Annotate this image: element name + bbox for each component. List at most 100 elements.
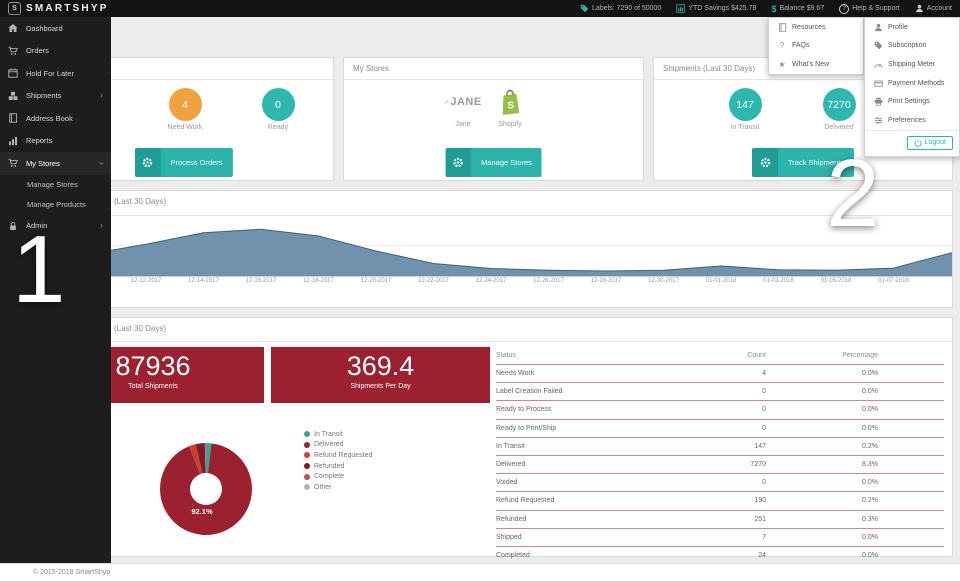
help-text: Help & Support	[852, 5, 899, 12]
labels-text: Labels: 7290 of 50000	[592, 5, 661, 12]
menu-item-print-settings[interactable]: Print Settings	[865, 92, 959, 111]
table-row: Ready to Print/Ship00.0%	[496, 420, 944, 438]
legend-label: Refunded	[314, 463, 344, 470]
cell-status: Ready to Process	[496, 406, 671, 413]
table-row: In Transit1470.2%	[496, 438, 944, 456]
sidebar-item-reports[interactable]: Reports	[0, 130, 111, 153]
menu-item-profile[interactable]: Profile	[865, 18, 959, 37]
menu-item-label: Profile	[888, 24, 908, 31]
need-work-label: Need Work	[157, 124, 213, 131]
help-support-button[interactable]: ? Help & Support	[839, 4, 899, 14]
menu-item-preferences[interactable]: Preferences	[865, 111, 959, 130]
x-axis-label: 12-14-2017	[188, 278, 219, 284]
menu-item-resources[interactable]: Resources	[769, 18, 863, 37]
cell-count: 251	[671, 516, 766, 523]
shipments-per-day-value: 369.4	[271, 347, 490, 382]
sidebar-item-label: Address Book	[26, 114, 73, 123]
balance: S $ Balance $9.67	[771, 4, 824, 14]
cell-count: 147	[671, 443, 766, 450]
chevron-right-icon: ›	[100, 91, 103, 100]
track-shipments-button[interactable]: Track Shipments	[752, 148, 854, 177]
table-row: Voided00.0%	[496, 474, 944, 492]
cell-count: 24	[671, 552, 766, 559]
status-table: Status Count Percentage Needs Work40.0% …	[496, 347, 944, 565]
need-work-count: 4	[169, 88, 202, 121]
book-icon	[8, 113, 20, 123]
x-axis-label: 12-24-2017	[476, 278, 507, 284]
sidebar-item-my-stores[interactable]: My Stores ›	[0, 152, 111, 175]
cell-status: Voided	[496, 479, 671, 486]
logo-text: SMARTSHYP	[26, 3, 109, 14]
header-percentage: Percentage	[766, 352, 878, 359]
x-axis-label: 12-22-2017	[418, 278, 449, 284]
delivered-label: Delivered	[811, 124, 867, 131]
cell-count: 7270	[671, 461, 766, 468]
chart-title: (Last 30 Days)	[114, 197, 166, 206]
menu-item-label: What's New	[792, 61, 829, 68]
sidebar-item-orders[interactable]: Orders	[0, 40, 111, 63]
sidebar-item-manage-stores[interactable]: Manage Stores	[0, 175, 111, 195]
balance-text: Balance $9.67	[779, 5, 824, 12]
x-axis-label: 01-01-2018	[706, 278, 737, 284]
sidebar-item-shipments[interactable]: Shipments ›	[0, 85, 111, 108]
logout-button[interactable]: Logout	[907, 136, 953, 150]
cell-count: 190	[671, 497, 766, 504]
logout-label: Logout	[925, 139, 946, 146]
process-orders-button[interactable]: Process Orders	[134, 148, 232, 177]
store-shopify: S Shopify	[485, 84, 535, 128]
svg-text:S: S	[507, 100, 514, 111]
legend-swatch	[304, 474, 310, 480]
delivered-stat: 7270 Delivered	[811, 88, 867, 131]
legend-swatch	[304, 442, 310, 448]
store-jane: ✓ JANE Jane	[438, 84, 488, 128]
lock-icon	[8, 221, 20, 231]
printer-icon	[873, 97, 883, 106]
status-pie-chart	[159, 442, 253, 536]
manage-stores-button[interactable]: Manage Stores	[445, 148, 542, 177]
menu-item-subscription[interactable]: Subscription	[865, 37, 959, 56]
logout-row: Logout	[865, 130, 959, 156]
legend-swatch	[304, 452, 310, 458]
person-icon	[873, 23, 883, 32]
menu-item-whats-new[interactable]: ★ What's New	[769, 55, 863, 74]
x-axis-label: 12-26-2017	[533, 278, 564, 284]
x-axis-label: 01-03-2018	[763, 278, 794, 284]
sidebar-item-label: Manage Stores	[27, 180, 78, 189]
labels-meter: Labels: 7290 of 50000	[580, 4, 661, 13]
table-row: Refund Requested1900.2%	[496, 492, 944, 510]
cell-status: Completed	[496, 552, 671, 559]
sliders-icon	[873, 116, 883, 125]
sidebar-item-address-book[interactable]: Address Book	[0, 107, 111, 130]
ready-label: Ready	[250, 124, 306, 131]
power-icon	[914, 139, 922, 147]
credit-card-icon	[873, 79, 883, 88]
sidebar-item-manage-products[interactable]: Manage Products	[0, 195, 111, 215]
menu-item-label: Payment Methods	[888, 80, 944, 87]
menu-item-shipping-meter[interactable]: Shipping Meter	[865, 55, 959, 74]
x-axis-label: 01-07-2018	[878, 278, 909, 284]
ready-stat: 0 Ready	[250, 88, 306, 131]
x-axis-label: 12-20-2017	[361, 278, 392, 284]
ytd-text: YTD Savings $425.78	[688, 5, 756, 12]
legend-swatch	[304, 463, 310, 469]
sidebar-item-hold-for-later[interactable]: Hold For Later	[0, 62, 111, 85]
x-axis-label: 12-12-2017	[131, 278, 162, 284]
sidebar-item-admin[interactable]: Admin ›	[0, 215, 111, 238]
legend-label: In Transit	[314, 431, 343, 438]
cell-count: 4	[671, 370, 766, 377]
topbar-right: Labels: 7290 of 50000 YTD Savings $425.7…	[565, 4, 952, 14]
legend-item: Refunded	[304, 461, 372, 472]
sidebar-item-dashboard[interactable]: Dashboard	[0, 17, 111, 40]
table-row: Delivered72708.3%	[496, 456, 944, 474]
account-button[interactable]: Account	[915, 4, 952, 13]
top-bar: S SMARTSHYP Labels: 7290 of 50000 YTD Sa…	[0, 0, 960, 17]
my-stores-card-header: My Stores	[344, 58, 643, 80]
account-menu: Profile Subscription Shipping Meter Paym…	[864, 17, 960, 157]
cell-status: Refund Requested	[496, 497, 671, 504]
cell-pct: 0.0%	[766, 552, 878, 559]
menu-item-payment-methods[interactable]: Payment Methods	[865, 74, 959, 93]
cell-pct: 0.0%	[766, 534, 878, 541]
menu-item-faqs[interactable]: ? FAQs	[769, 37, 863, 56]
app-logo: S SMARTSHYP	[8, 2, 109, 15]
x-axis-label: 12-18-2017	[303, 278, 334, 284]
